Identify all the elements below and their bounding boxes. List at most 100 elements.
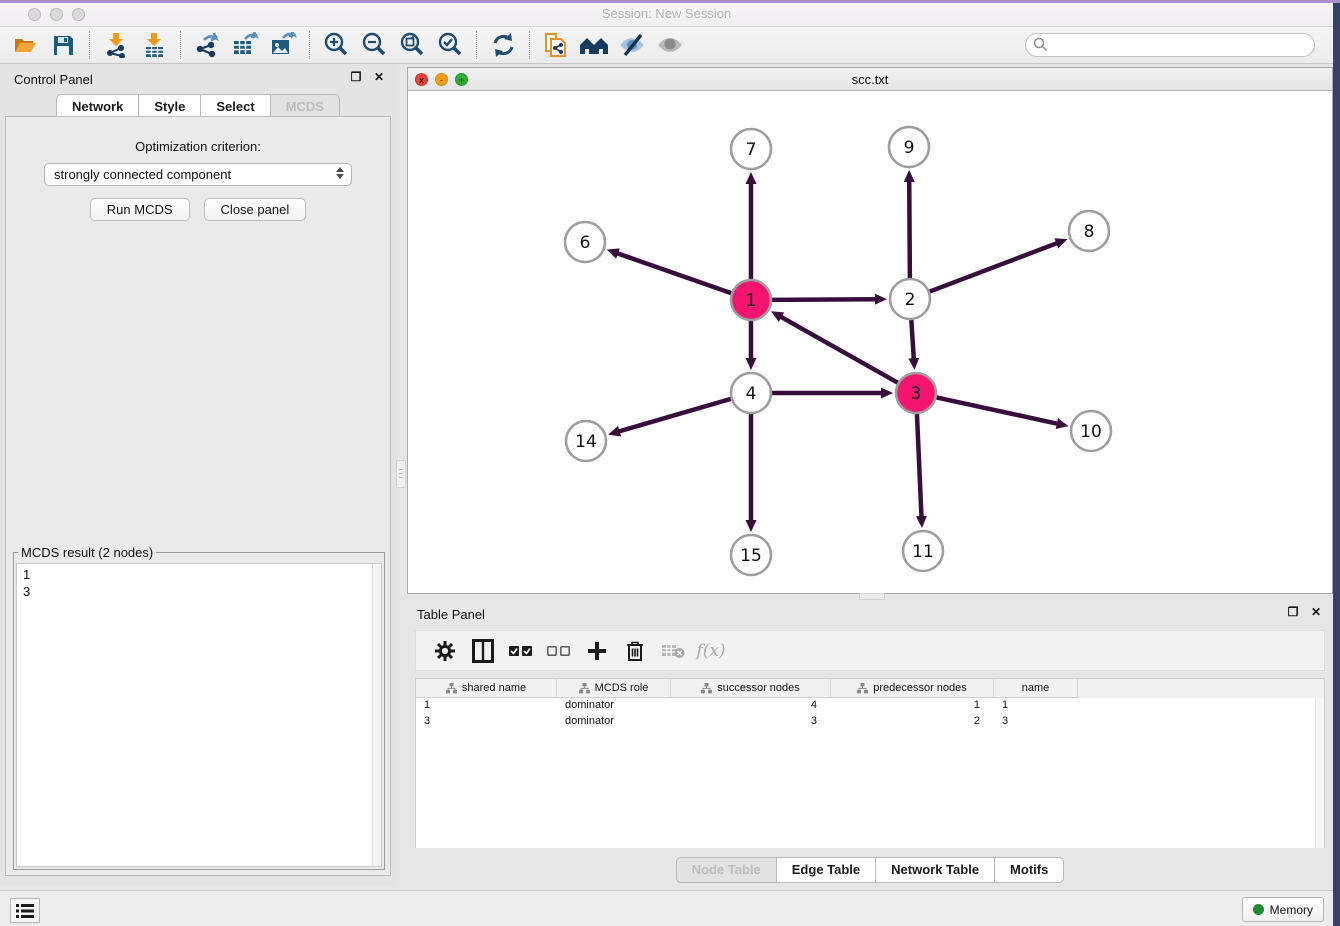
edge-1-2[interactable] (772, 299, 876, 300)
cell-successor-nodes[interactable]: 3 (671, 714, 831, 730)
desktop: Session: New Session (0, 0, 1340, 926)
toolbar-separator (180, 31, 181, 59)
export-image-icon[interactable] (264, 30, 302, 61)
tab-motifs[interactable]: Motifs (995, 857, 1064, 883)
zoom-in-icon[interactable] (317, 30, 355, 61)
main-content: Control Panel ❐ ✕ NetworkStyleSelectMCDS… (0, 64, 1333, 890)
result-scrollbar[interactable] (372, 564, 381, 866)
refresh-view-icon[interactable] (484, 30, 522, 61)
column-type-icon (857, 683, 868, 694)
network-canvas[interactable]: 7968124314101511 (408, 91, 1332, 593)
column-label: name (1022, 682, 1050, 694)
zoom-selected-icon[interactable] (431, 30, 469, 61)
cell-MCDS-role[interactable]: dominator (557, 698, 671, 714)
node-table: shared name MCDS role successor nodes prede… (415, 678, 1325, 848)
cell-predecessor-nodes[interactable]: 2 (831, 714, 994, 730)
close-panel-icon[interactable]: ✕ (372, 70, 386, 84)
column-label: MCDS role (595, 682, 649, 694)
tab-node-table[interactable]: Node Table (676, 857, 777, 883)
search-box (1025, 33, 1315, 57)
zoom-out-icon[interactable] (355, 30, 393, 61)
first-neighbors-icon[interactable] (575, 30, 613, 61)
deselect-all-checkbox-icon[interactable] (542, 635, 576, 667)
node-label-9: 9 (904, 138, 915, 158)
panel-splitter-handle[interactable] (396, 460, 406, 488)
table-options-icon[interactable] (428, 635, 462, 667)
app-window: Session: New Session (0, 2, 1333, 926)
column-header-name[interactable]: name (994, 679, 1078, 698)
export-network-icon[interactable] (188, 30, 226, 61)
import-network-icon[interactable] (97, 30, 135, 61)
network-graph[interactable]: 7968124314101511 (408, 91, 1332, 593)
column-type-icon (579, 683, 590, 694)
export-table-icon[interactable] (226, 30, 264, 61)
node-label-7: 7 (746, 140, 757, 160)
search-icon (1033, 37, 1048, 52)
window-title: Session: New Session (0, 6, 1333, 21)
table-row[interactable]: 3dominator323 (416, 714, 1324, 730)
close-panel-button[interactable]: Close panel (204, 198, 307, 221)
memory-button[interactable]: Memory (1242, 897, 1324, 922)
edge-3-10[interactable] (937, 397, 1058, 423)
search-input[interactable] (1025, 33, 1315, 57)
hide-selected-icon[interactable] (613, 30, 651, 61)
control-panel-header: Control Panel ❐ ✕ (0, 64, 396, 94)
add-column-icon[interactable] (580, 635, 614, 667)
task-history-button[interactable] (10, 898, 40, 923)
edge-2-8[interactable] (930, 243, 1058, 291)
cell-predecessor-nodes[interactable]: 1 (831, 698, 994, 714)
column-header-shared-name[interactable]: shared name (416, 679, 557, 698)
clone-network-icon[interactable] (537, 30, 575, 61)
tab-network-table[interactable]: Network Table (876, 857, 995, 883)
show-all-icon[interactable] (651, 30, 689, 61)
node-label-6: 6 (580, 233, 591, 253)
select-stepper-icon (336, 167, 344, 179)
column-type-icon (446, 683, 457, 694)
edge-4-14[interactable] (619, 399, 731, 432)
tab-edge-table[interactable]: Edge Table (777, 857, 876, 883)
cell-shared-name[interactable]: 3 (416, 714, 557, 730)
mcds-result-list[interactable]: 13 (16, 563, 382, 867)
table-row[interactable]: 1dominator411 (416, 698, 1324, 714)
cell-shared-name[interactable]: 1 (416, 698, 557, 714)
cell-successor-nodes[interactable]: 4 (671, 698, 831, 714)
criterion-select[interactable]: strongly connected component (44, 163, 352, 186)
cell-MCDS-role[interactable]: dominator (557, 714, 671, 730)
table-panel: Table Panel ❐ ✕ (407, 599, 1333, 890)
cell-name[interactable]: 1 (994, 698, 1078, 714)
table-tabs: Node TableEdge TableNetwork TableMotifs (407, 857, 1333, 883)
delete-table-icon[interactable] (656, 635, 690, 667)
node-table-header: shared name MCDS role successor nodes prede… (416, 679, 1324, 698)
node-label-14: 14 (575, 432, 597, 452)
float-panel-icon[interactable]: ❐ (349, 70, 363, 84)
window-titlebar: Session: New Session (0, 2, 1333, 27)
edge-3-1[interactable] (781, 317, 898, 383)
run-mcds-button[interactable]: Run MCDS (90, 198, 190, 221)
memory-status-icon (1253, 904, 1264, 915)
network-window-titlebar: x - + scc.txt (408, 68, 1332, 91)
select-all-checkbox-icon[interactable] (504, 635, 538, 667)
import-table-icon[interactable] (135, 30, 173, 61)
edge-2-3[interactable] (911, 320, 913, 359)
mcds-result-group: MCDS result (2 nodes) 13 (13, 545, 385, 870)
column-label: shared name (462, 682, 526, 694)
function-builder-icon[interactable]: f(x) (694, 635, 728, 667)
column-label: successor nodes (717, 682, 800, 694)
close-table-panel-icon[interactable]: ✕ (1309, 605, 1323, 619)
node-label-10: 10 (1080, 422, 1102, 442)
open-session-icon[interactable] (6, 30, 44, 61)
edge-1-6[interactable] (617, 253, 731, 293)
column-header-predecessor-nodes[interactable]: predecessor nodes (831, 679, 994, 698)
delete-column-icon[interactable] (618, 635, 652, 667)
zoom-fit-icon[interactable] (393, 30, 431, 61)
save-session-icon[interactable] (44, 30, 82, 61)
float-table-panel-icon[interactable]: ❐ (1286, 605, 1300, 619)
column-header-successor-nodes[interactable]: successor nodes (671, 679, 831, 698)
edge-3-11[interactable] (917, 414, 922, 517)
column-header-MCDS-role[interactable]: MCDS role (557, 679, 671, 698)
cell-name[interactable]: 3 (994, 714, 1078, 730)
show-columns-icon[interactable] (466, 635, 500, 667)
table-scrollbar[interactable] (1315, 698, 1324, 848)
toolbar-separator (529, 31, 530, 59)
edge-2-9[interactable] (909, 181, 910, 278)
